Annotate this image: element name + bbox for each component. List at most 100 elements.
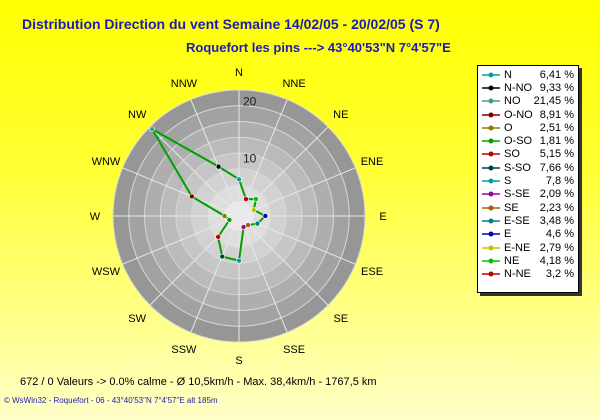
direction-label: ESE <box>361 266 383 278</box>
legend-direction: SE <box>504 201 519 214</box>
legend-entry: E-SE 3,48 % <box>481 214 576 227</box>
legend-direction: NO <box>504 95 521 108</box>
legend-direction: N <box>504 68 512 81</box>
legend-direction: S <box>504 175 512 188</box>
data-point <box>262 213 269 219</box>
direction-label: WNW <box>92 156 121 168</box>
legend-direction: O <box>504 121 513 134</box>
legend-direction: S-SE <box>504 188 530 201</box>
legend-entry: S-SE 2,09 % <box>481 188 576 201</box>
direction-label: NE <box>333 109 348 121</box>
legend: N 6,41 % N-NO 9,33 % NO 21,45 % O-NO 8,91 % O 2,5… <box>477 65 579 293</box>
data-point <box>226 217 233 223</box>
direction-label: NW <box>128 109 147 121</box>
legend-direction: O-SO <box>504 135 533 148</box>
legend-swatch <box>482 125 500 131</box>
data-point <box>253 196 259 202</box>
legend-entry: O-SO 1,81 % <box>481 134 576 147</box>
legend-entry: NO 21,45 % <box>481 95 576 108</box>
legend-swatch <box>482 112 500 118</box>
legend-percentage: 9,33 % <box>539 81 574 94</box>
direction-label: W <box>90 211 101 223</box>
legend-percentage: 2,51 % <box>539 121 574 134</box>
direction-label: SSW <box>171 344 197 356</box>
data-point <box>215 234 221 240</box>
legend-percentage: 2,79 % <box>539 241 574 254</box>
direction-label: N <box>235 67 243 79</box>
radial-tick-label: 20 <box>243 94 257 108</box>
legend-entry: S 7,8 % <box>481 174 576 187</box>
legend-direction: E-NE <box>504 241 531 254</box>
legend-swatch <box>482 85 500 91</box>
legend-entry: N-NO 9,33 % <box>481 81 576 94</box>
legend-percentage: 6,41 % <box>539 68 574 81</box>
radial-tick-label: 10 <box>243 152 257 166</box>
legend-direction: NE <box>504 254 520 267</box>
legend-percentage: 4,18 % <box>539 254 574 267</box>
legend-entry: N-NE 3,2 % <box>481 267 576 280</box>
data-point <box>243 196 249 202</box>
legend-swatch <box>482 271 500 277</box>
legend-swatch <box>482 138 500 144</box>
chart-window: Distribution Direction du vent Semaine 1… <box>0 0 600 420</box>
legend-entry: E-NE 2,79 % <box>481 241 576 254</box>
legend-percentage: 3,2 % <box>545 268 574 281</box>
legend-percentage: 3,48 % <box>539 214 574 227</box>
legend-swatch <box>482 218 500 224</box>
direction-label: SSE <box>283 344 305 356</box>
legend-swatch <box>482 191 500 197</box>
data-point <box>149 126 155 132</box>
legend-entry: NE 4,18 % <box>481 254 576 267</box>
legend-swatch <box>482 231 500 237</box>
data-point <box>236 176 242 183</box>
legend-percentage: 8,91 % <box>539 108 574 121</box>
data-point <box>215 163 222 170</box>
legend-swatch <box>482 178 500 184</box>
legend-direction: N-NO <box>504 81 533 94</box>
direction-label: NNW <box>171 78 198 90</box>
legend-percentage: 4,6 % <box>545 228 574 241</box>
legend-direction: SO <box>504 148 520 161</box>
legend-swatch <box>482 245 500 250</box>
legend-percentage: 7,8 % <box>545 175 574 188</box>
legend-direction: E <box>504 228 512 241</box>
legend-percentage: 7,66 % <box>539 161 574 174</box>
legend-entry: SO 5,15 % <box>481 148 576 161</box>
legend-direction: E-SE <box>504 214 530 227</box>
legend-swatch <box>482 205 500 211</box>
legend-swatch <box>482 258 500 264</box>
legend-percentage: 2,09 % <box>539 188 574 201</box>
credit-line: © WsWin32 - Roquefort - 06 - 43°40'53"N … <box>4 396 218 405</box>
data-point <box>254 220 261 227</box>
legend-percentage: 21,45 % <box>533 95 574 108</box>
data-point <box>240 224 247 230</box>
legend-swatch <box>482 98 500 104</box>
data-point <box>250 207 257 213</box>
legend-entry: E 4,6 % <box>481 228 576 241</box>
data-point <box>219 253 226 260</box>
legend-direction: S-SO <box>504 161 531 174</box>
direction-label: ENE <box>361 156 384 168</box>
direction-label: E <box>379 211 386 223</box>
direction-label: SE <box>333 313 348 325</box>
direction-label: WSW <box>92 266 121 278</box>
legend-percentage: 1,81 % <box>539 135 574 148</box>
legend-swatch <box>482 151 500 157</box>
legend-entry: O 2,51 % <box>481 121 576 134</box>
data-point <box>189 193 195 200</box>
legend-percentage: 2,23 % <box>539 201 574 214</box>
direction-label: NNE <box>282 78 305 90</box>
direction-label: SW <box>128 313 146 325</box>
legend-direction: O-NO <box>504 108 533 121</box>
legend-entry: S-SO 7,66 % <box>481 161 576 174</box>
data-point <box>236 257 242 264</box>
legend-entry: N 6,41 % <box>481 68 576 81</box>
legend-entry: SE 2,23 % <box>481 201 576 214</box>
legend-swatch <box>482 165 500 171</box>
data-point <box>221 213 228 219</box>
legend-swatch <box>482 72 500 78</box>
direction-label: S <box>235 355 242 367</box>
legend-entry: O-NO 8,91 % <box>481 108 576 121</box>
legend-direction: N-NE <box>504 268 531 281</box>
footer-stats: 672 / 0 Valeurs -> 0.0% calme - Ø 10,5km… <box>20 376 377 388</box>
